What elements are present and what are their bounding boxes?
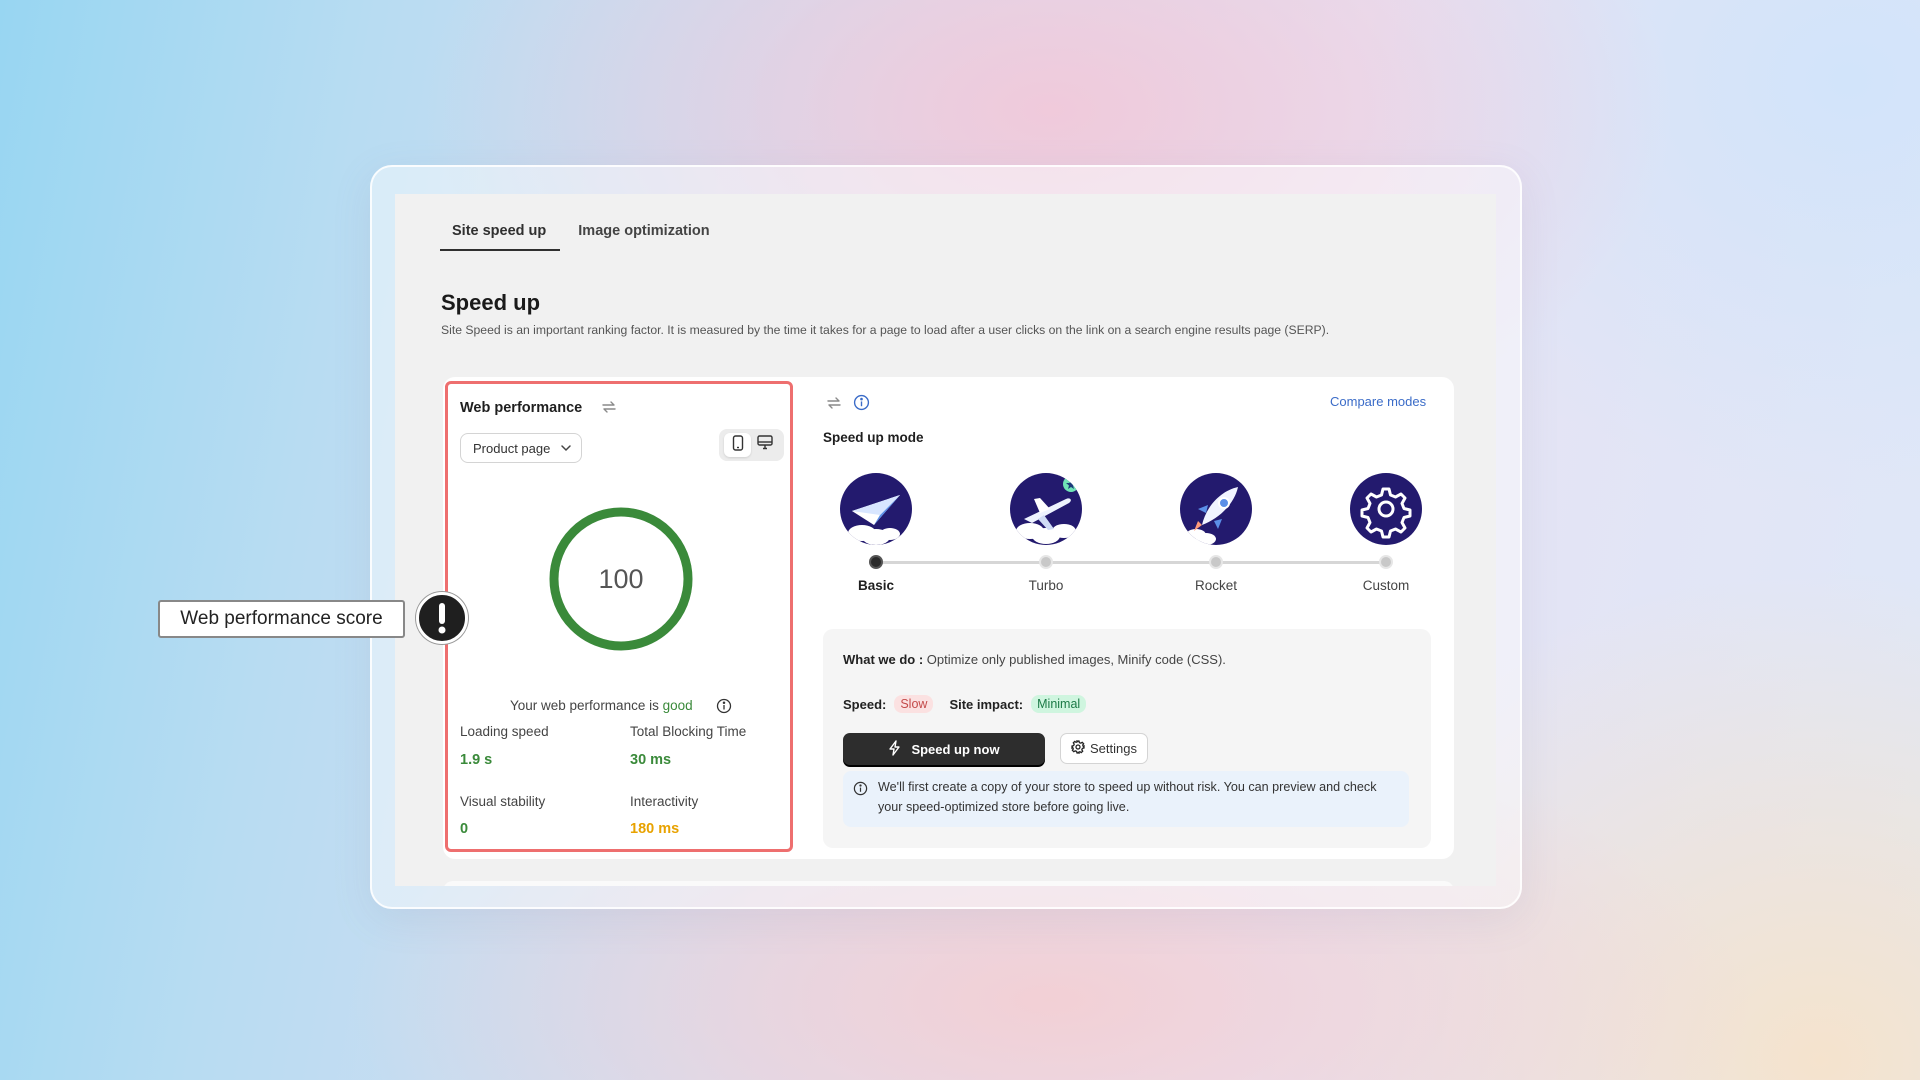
desktop-icon bbox=[756, 435, 773, 455]
exclamation-icon bbox=[416, 592, 468, 644]
speed-up-now-label: Speed up now bbox=[911, 741, 1000, 757]
mode-details-panel: What we do : Optimize only published ima… bbox=[823, 629, 1431, 848]
mode-toolbar bbox=[825, 394, 870, 417]
callout-label: Web performance score bbox=[158, 600, 405, 638]
info-icon[interactable] bbox=[716, 698, 732, 714]
web-performance-title: Web performance bbox=[460, 400, 583, 416]
speed-badge: Slow bbox=[894, 695, 934, 713]
mode-dot-custom[interactable] bbox=[1379, 555, 1393, 569]
compare-modes-link[interactable]: Compare modes bbox=[1330, 394, 1426, 409]
gear-icon bbox=[1071, 740, 1085, 757]
page-type-select[interactable]: Product page bbox=[460, 433, 582, 463]
site-impact-badge: Minimal bbox=[1031, 695, 1087, 713]
mode-dot-basic[interactable] bbox=[869, 555, 883, 569]
refresh-icon[interactable] bbox=[825, 394, 843, 417]
metric-label-loading-speed: Loading speed bbox=[460, 724, 549, 739]
mobile-icon bbox=[732, 434, 744, 456]
rocket-icon[interactable] bbox=[1180, 473, 1252, 545]
info-note-text: We'll first create a copy of your store … bbox=[878, 780, 1377, 814]
device-toggle bbox=[719, 429, 784, 461]
speed-up-now-button[interactable]: Speed up now bbox=[843, 733, 1045, 765]
mode-slider-track bbox=[873, 561, 1385, 564]
info-note: We'll first create a copy of your store … bbox=[843, 771, 1409, 827]
page-subtitle: Site Speed is an important ranking facto… bbox=[441, 323, 1330, 337]
settings-button[interactable]: Settings bbox=[1060, 733, 1148, 764]
mode-label-rocket: Rocket bbox=[1194, 578, 1238, 593]
metric-label-total-blocking-time: Total Blocking Time bbox=[630, 724, 747, 739]
score-value: 100 bbox=[598, 563, 644, 594]
mode-dot-rocket[interactable] bbox=[1209, 555, 1223, 569]
info-icon bbox=[853, 781, 868, 796]
app-window: Site speed up Image optimization Speed u… bbox=[395, 194, 1496, 886]
metric-value-total-blocking-time: 30 ms bbox=[630, 752, 672, 768]
performance-summary: Your web performance is good bbox=[510, 698, 693, 713]
mode-dot-turbo[interactable] bbox=[1039, 555, 1053, 569]
speed-impact-row: Speed: Slow Site impact: Minimal bbox=[843, 695, 1087, 713]
tab-site-speed-up[interactable]: Site speed up bbox=[440, 220, 561, 251]
mobile-view-button[interactable] bbox=[724, 433, 751, 457]
next-card-edge bbox=[443, 881, 1454, 886]
metric-value-loading-speed: 1.9 s bbox=[460, 752, 493, 768]
performance-summary-prefix: Your web performance is bbox=[510, 698, 659, 713]
site-impact-label: Site impact: bbox=[949, 696, 1024, 712]
metric-value-interactivity: 180 ms bbox=[630, 821, 680, 837]
what-we-do-text: Optimize only published images, Minify c… bbox=[926, 652, 1226, 667]
lightning-icon bbox=[888, 739, 901, 759]
refresh-icon[interactable] bbox=[600, 398, 618, 416]
what-we-do: What we do : Optimize only published ima… bbox=[843, 652, 1226, 667]
desktop-view-button[interactable] bbox=[751, 433, 778, 457]
metric-label-visual-stability: Visual stability bbox=[460, 794, 546, 809]
page-title: Speed up bbox=[441, 290, 541, 315]
paper-plane-icon[interactable] bbox=[840, 473, 912, 545]
tab-bar: Site speed up Image optimization bbox=[440, 220, 722, 251]
web-performance-panel: Web performance Product page 100 Your we… bbox=[445, 381, 793, 852]
gear-icon[interactable] bbox=[1350, 473, 1422, 545]
chevron-down-icon bbox=[560, 442, 572, 454]
mode-label-turbo: Turbo bbox=[1028, 578, 1064, 593]
page-type-value: Product page bbox=[473, 441, 551, 456]
speed-label: Speed: bbox=[843, 696, 887, 712]
airplane-icon[interactable] bbox=[1010, 473, 1082, 545]
metric-value-visual-stability: 0 bbox=[460, 821, 469, 837]
mode-label-basic: Basic bbox=[857, 578, 895, 593]
mode-label-custom: Custom bbox=[1362, 578, 1410, 593]
speed-mode-title: Speed up mode bbox=[823, 430, 924, 445]
tab-image-optimization[interactable]: Image optimization bbox=[566, 220, 721, 250]
what-we-do-label: What we do : bbox=[843, 652, 924, 667]
metric-label-interactivity: Interactivity bbox=[630, 794, 699, 809]
performance-status: good bbox=[662, 698, 693, 713]
info-icon[interactable] bbox=[853, 394, 870, 417]
settings-label: Settings bbox=[1090, 741, 1137, 756]
